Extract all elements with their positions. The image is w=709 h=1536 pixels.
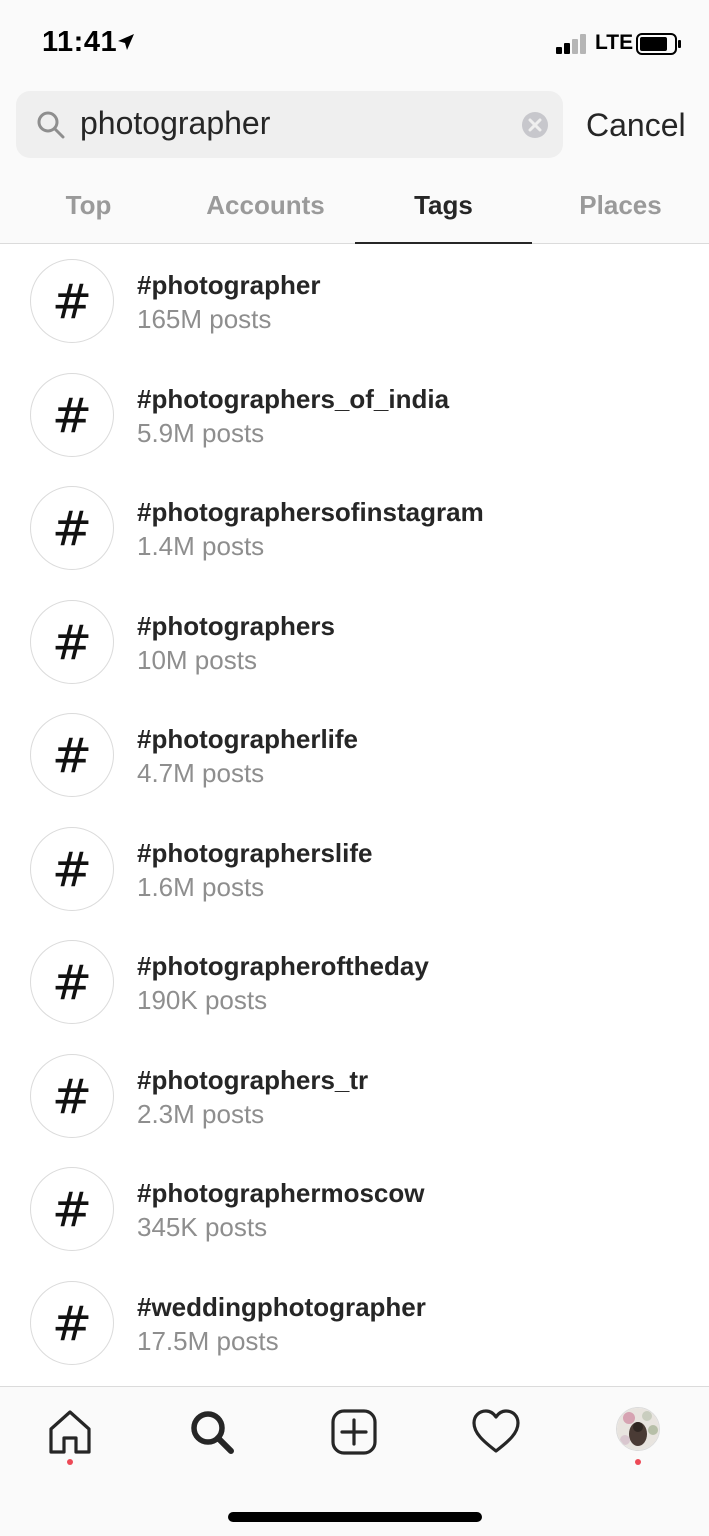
tag-post-count: 2.3M posts <box>137 1098 265 1129</box>
tag-name: #photographers <box>137 610 335 641</box>
avatar-image <box>617 1408 659 1450</box>
hashtag-icon: # <box>30 713 114 797</box>
search-icon[interactable] <box>187 1407 237 1457</box>
clear-search-icon[interactable] <box>521 111 549 139</box>
network-type: LTE <box>595 31 634 54</box>
home-icon[interactable] <box>45 1407 95 1457</box>
tab-top[interactable]: Top <box>0 176 177 244</box>
bottom-nav-bar <box>0 1386 709 1536</box>
home-notification-dot <box>67 1459 73 1465</box>
new-post-icon[interactable] <box>329 1407 379 1457</box>
tag-name: #photographermoscow <box>137 1178 425 1208</box>
list-item[interactable]: # #photographermoscow 345K posts <box>0 1152 709 1266</box>
signal-strength-icon <box>556 34 590 54</box>
list-item[interactable]: # #photographeroftheday 190K posts <box>0 925 709 1039</box>
profile-notification-dot <box>635 1459 641 1465</box>
list-item[interactable]: # #photographers_tr 2.3M posts <box>0 1039 709 1153</box>
list-item[interactable]: # #photographerslife 1.6M posts <box>0 812 709 926</box>
tag-name: #photographer <box>137 270 321 300</box>
tag-name: #photographersofinstagram <box>137 497 484 527</box>
activity-heart-icon[interactable] <box>471 1407 521 1457</box>
tag-post-count: 1.6M posts <box>137 871 265 902</box>
search-icon <box>37 111 65 139</box>
tab-tags[interactable]: Tags <box>355 176 532 244</box>
hashtag-icon: # <box>30 259 114 343</box>
search-tabs: Top Accounts Tags Places <box>0 176 709 244</box>
list-item[interactable]: # #photographers_of_india 5.9M posts <box>0 358 709 472</box>
tag-post-count: 190K posts <box>137 985 268 1015</box>
location-arrow-icon <box>118 34 134 50</box>
list-item[interactable]: # #photographer 165M posts <box>0 244 709 358</box>
list-item[interactable]: # #photographerlife 4.7M posts <box>0 698 709 812</box>
status-bar: 11:41 LTE <box>0 0 709 90</box>
list-item[interactable]: # #photographers 10M posts <box>0 585 709 699</box>
tag-post-count: 1.4M posts <box>137 531 265 561</box>
hashtag-icon: # <box>30 599 114 684</box>
battery-icon <box>636 33 681 55</box>
header-area: 11:41 LTE Cancel Top <box>0 0 709 244</box>
tag-post-count: 10M posts <box>137 644 257 675</box>
tag-name: #photographeroftheday <box>137 951 429 981</box>
tag-name: #photographerslife <box>137 837 373 868</box>
hashtag-icon: # <box>30 826 114 911</box>
search-bar[interactable] <box>16 91 563 158</box>
hashtag-icon: # <box>30 1280 114 1365</box>
home-indicator <box>228 1512 482 1522</box>
tag-post-count: 165M posts <box>137 304 272 334</box>
tab-places[interactable]: Places <box>532 176 709 244</box>
tag-post-count: 5.9M posts <box>137 417 265 448</box>
tag-post-count: 4.7M posts <box>137 758 265 788</box>
list-item[interactable]: # #photographersofinstagram 1.4M posts <box>0 471 709 585</box>
cancel-button[interactable]: Cancel <box>586 107 686 144</box>
search-input[interactable] <box>80 105 500 142</box>
hashtag-icon: # <box>30 940 114 1024</box>
tag-name: #photographers_of_india <box>137 383 450 414</box>
tag-name: #photographers_tr <box>137 1064 369 1095</box>
profile-avatar[interactable] <box>616 1407 660 1451</box>
list-item[interactable]: # #weddingphotographer 17.5M posts <box>0 1266 709 1380</box>
hashtag-icon: # <box>30 486 114 570</box>
tag-post-count: 345K posts <box>137 1212 268 1242</box>
tag-post-count: 17.5M posts <box>137 1325 279 1356</box>
tag-name: #weddingphotographer <box>137 1291 426 1322</box>
hashtag-icon: # <box>30 1053 114 1138</box>
tag-name: #photographerlife <box>137 724 359 754</box>
tag-results-list: # #photographer 165M posts # #photograph… <box>0 244 709 1379</box>
tab-accounts[interactable]: Accounts <box>177 176 354 244</box>
status-time: 11:41 <box>42 26 118 58</box>
hashtag-icon: # <box>30 1167 114 1251</box>
hashtag-icon: # <box>30 372 114 457</box>
